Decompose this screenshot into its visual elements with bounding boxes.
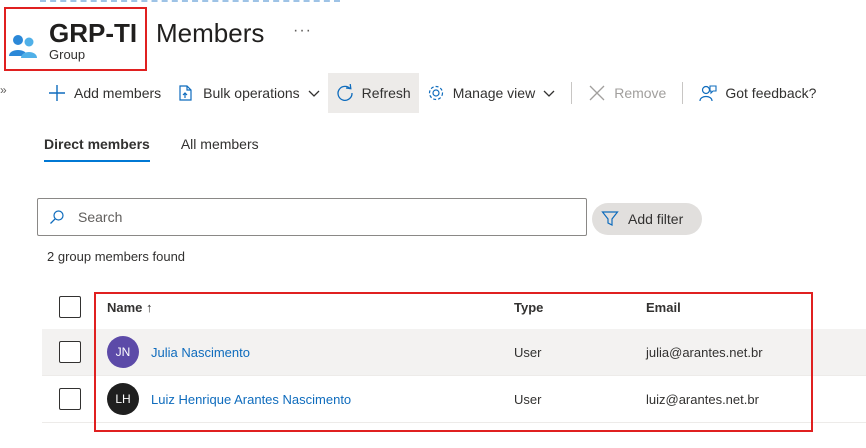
- filter-icon: [601, 211, 619, 226]
- remove-label: Remove: [614, 85, 667, 101]
- gear-icon: [428, 85, 443, 101]
- page-title: Members: [156, 18, 265, 48]
- add-filter-button[interactable]: Add filter: [592, 203, 702, 235]
- refresh-icon: [337, 84, 353, 101]
- add-members-label: Add members: [74, 85, 162, 101]
- toolbar-divider: [571, 82, 573, 104]
- bulk-operations-label: Bulk operations: [203, 85, 300, 101]
- highlight-box-table: [94, 292, 813, 432]
- row-checkbox[interactable]: [59, 388, 81, 410]
- add-members-button[interactable]: Add members: [40, 73, 169, 113]
- highlight-box-title: [4, 7, 147, 71]
- search-icon: [50, 210, 64, 224]
- breadcrumb-remnant: [40, 0, 340, 3]
- tab-direct-members[interactable]: Direct members: [44, 136, 150, 162]
- feedback-icon: [699, 85, 717, 102]
- row-checkbox[interactable]: [59, 341, 81, 363]
- search-input[interactable]: [78, 209, 558, 225]
- tab-all-members[interactable]: All members: [181, 136, 259, 162]
- select-all-checkbox[interactable]: [59, 296, 81, 318]
- toolbar-divider: [682, 82, 684, 104]
- bulk-operations-button[interactable]: Bulk operations: [169, 73, 328, 113]
- feedback-button[interactable]: Got feedback?: [691, 73, 824, 113]
- close-icon: [589, 85, 605, 101]
- remove-button[interactable]: Remove: [580, 73, 674, 113]
- refresh-button[interactable]: Refresh: [327, 73, 419, 113]
- bulk-upload-icon: [179, 85, 192, 101]
- results-count: 2 group members found: [47, 249, 186, 264]
- search-box: [37, 198, 587, 236]
- command-bar: Add members Bulk operations Refresh Mana…: [40, 73, 866, 113]
- expand-menu-icon[interactable]: »: [0, 83, 7, 97]
- manage-view-label: Manage view: [452, 85, 536, 101]
- manage-view-button[interactable]: Manage view: [419, 73, 564, 113]
- chevron-down-icon: [308, 90, 320, 97]
- feedback-label: Got feedback?: [725, 85, 817, 101]
- chevron-down-icon: [543, 90, 555, 97]
- more-options-icon[interactable]: ···: [293, 22, 312, 40]
- member-tabs: Direct members All members: [44, 136, 290, 162]
- refresh-label: Refresh: [361, 85, 411, 101]
- plus-icon: [49, 85, 65, 101]
- add-filter-label: Add filter: [628, 211, 684, 227]
